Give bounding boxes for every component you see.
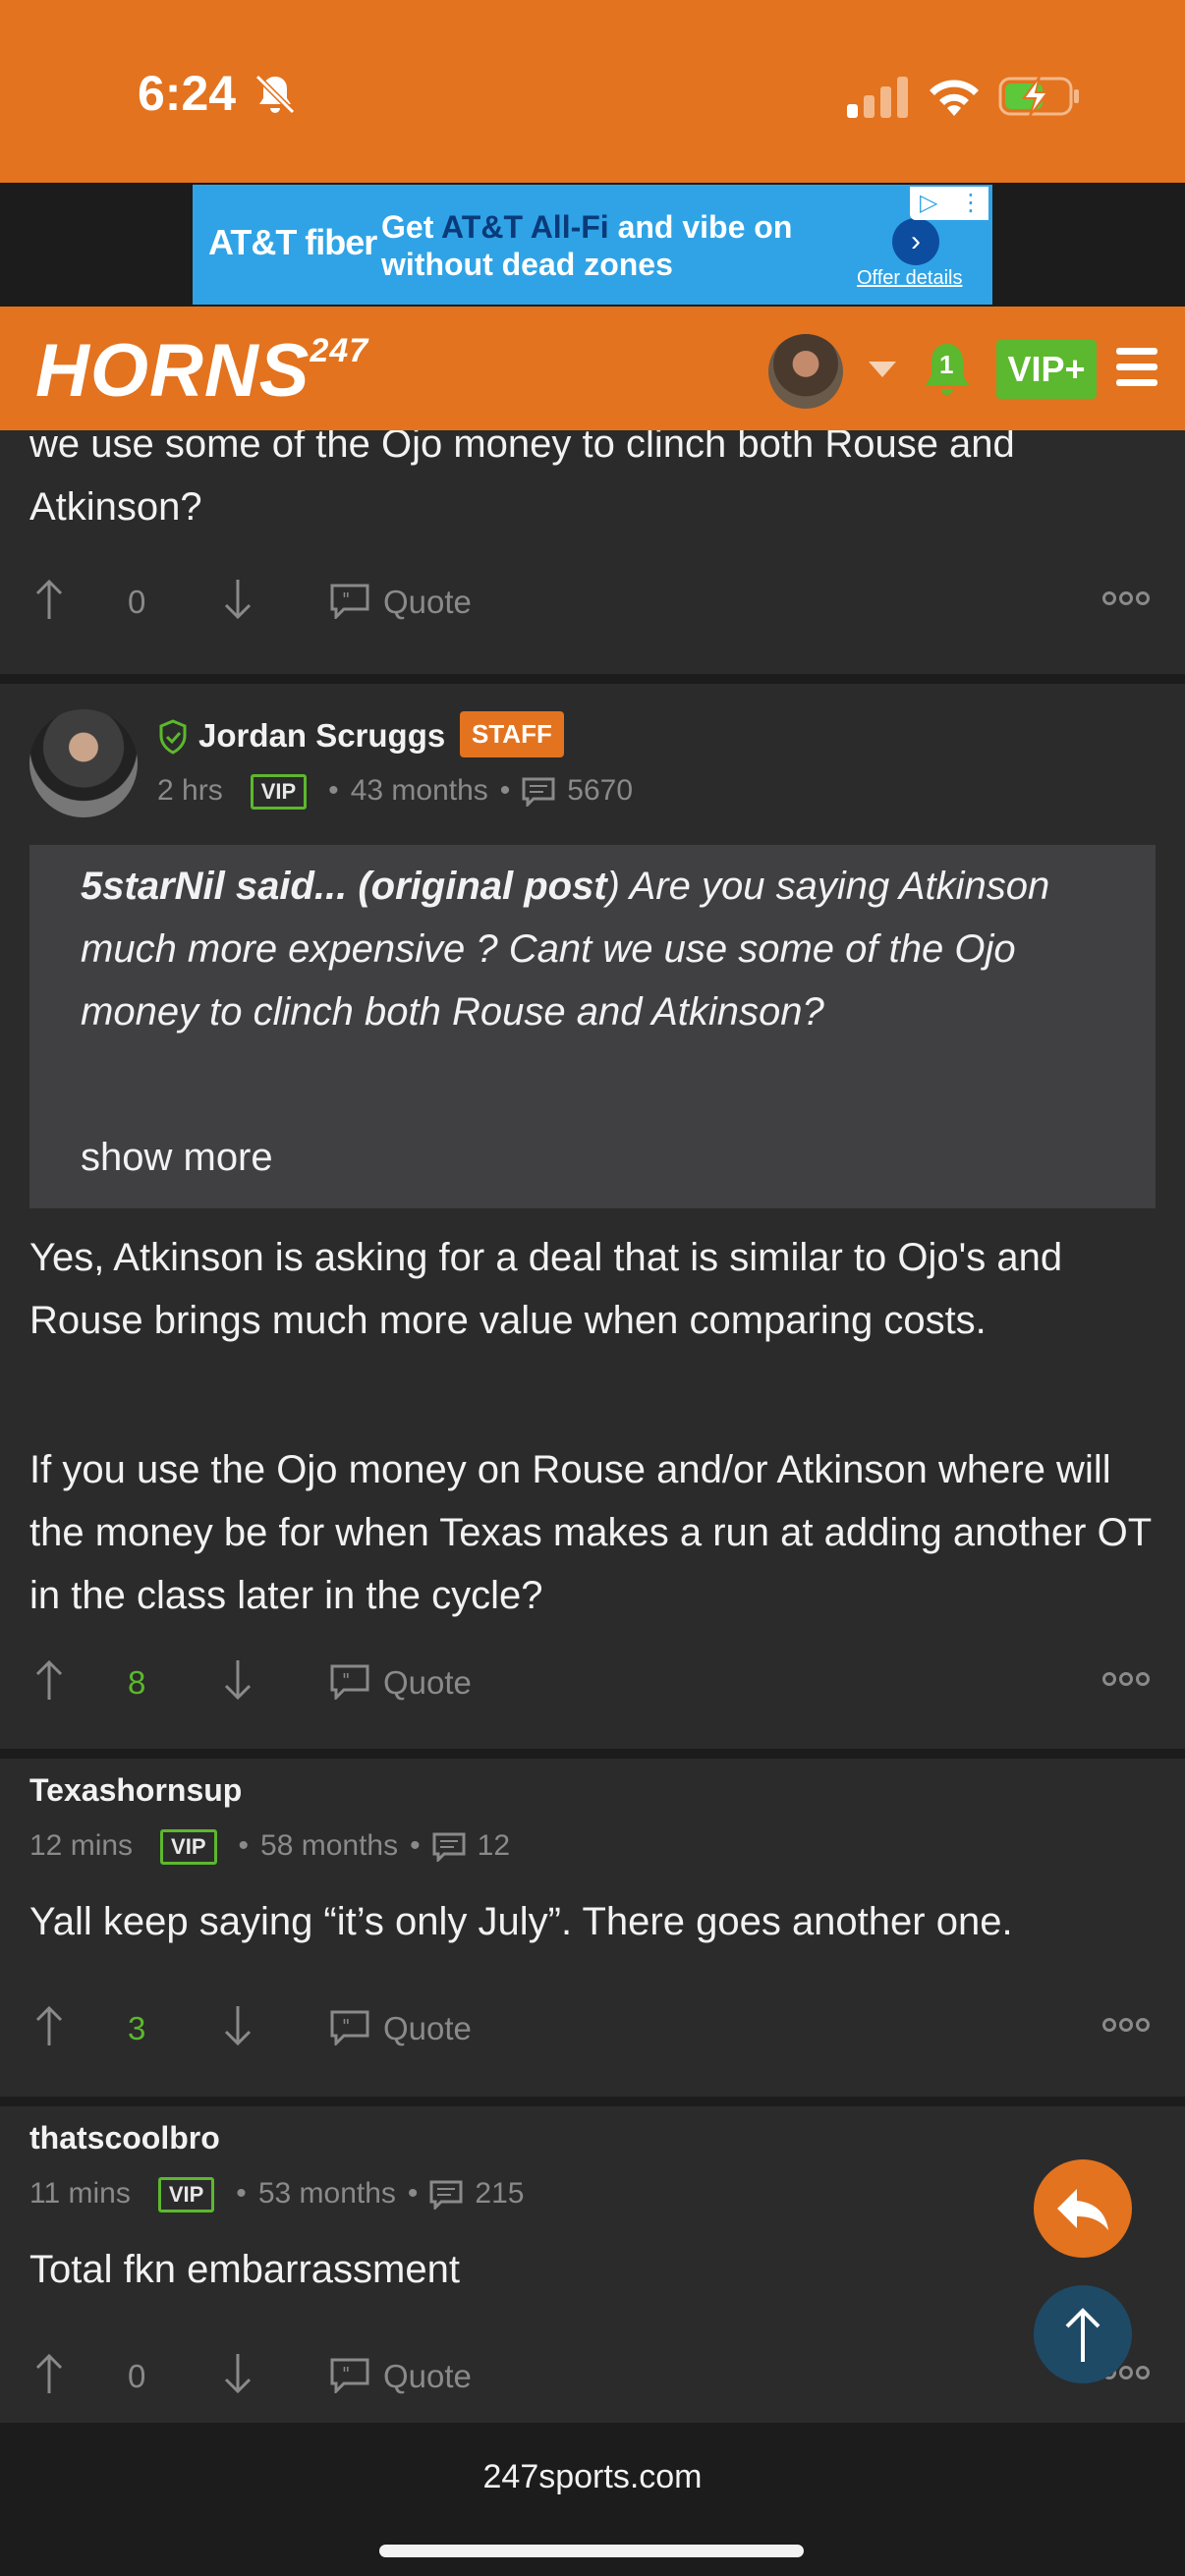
vote-count: 3 <box>128 2010 146 2046</box>
post-time: 2 hrs <box>157 774 223 807</box>
ad-choices-icon[interactable]: ▷ ⋮ <box>910 187 988 220</box>
home-indicator[interactable] <box>379 2545 804 2557</box>
site-header: HORNS247 1 VIP+ <box>0 307 1185 430</box>
reply-icon <box>1057 2189 1108 2230</box>
browser-bottom-bar: 247sports.com <box>0 2423 1185 2576</box>
vip-badge: VIP <box>160 1829 217 1866</box>
post-separator <box>0 1749 1185 1759</box>
quote-button[interactable]: Quote <box>383 584 472 621</box>
comment-icon <box>522 777 555 808</box>
shield-check-icon <box>159 719 187 755</box>
upvote-icon[interactable] <box>31 578 67 621</box>
vip-badge: VIP <box>250 774 308 811</box>
post-meta: 11 mins VIP • 53 months • 215 <box>29 2177 525 2213</box>
member-tenure: 43 months <box>350 774 488 807</box>
post-actions: 0 " Quote <box>0 2352 1185 2411</box>
quote-icon[interactable]: " <box>330 584 369 619</box>
caret-down-icon[interactable] <box>869 362 896 377</box>
post: Texashornsup 12 mins VIP • 58 months • 12 Yal… <box>0 1759 1185 2097</box>
user-avatar[interactable] <box>768 334 843 409</box>
comment-icon <box>432 1832 466 1863</box>
member-tenure: 53 months <box>257 2177 396 2210</box>
downvote-icon[interactable] <box>220 578 255 621</box>
post: Jordan Scruggs STAFF 2 hrs VIP • 43 months •… <box>0 684 1185 1749</box>
upvote-icon[interactable] <box>31 1658 67 1702</box>
thread-content: we use some of the Ojo money to clinch b… <box>0 430 1185 2423</box>
svg-text:": " <box>342 2364 350 2384</box>
downvote-icon[interactable] <box>220 2352 255 2395</box>
svg-text:": " <box>342 589 350 610</box>
downvote-icon[interactable] <box>220 2004 255 2047</box>
post-time: 12 mins <box>29 1829 134 1862</box>
post: thatscoolbro 11 mins VIP • 53 months • 215 To… <box>0 2106 1185 2423</box>
post-separator <box>0 674 1185 684</box>
vote-count: 0 <box>128 584 146 620</box>
hamburger-menu-icon[interactable] <box>1116 348 1157 387</box>
post-separator <box>0 2097 1185 2106</box>
quote-button[interactable]: Quote <box>383 2010 472 2047</box>
post-meta: 2 hrs VIP • 43 months • 5670 <box>157 774 634 811</box>
quote-icon[interactable]: " <box>330 1664 369 1700</box>
post-body: Total fkn embarrassment <box>29 2248 460 2291</box>
site-logo[interactable]: HORNS247 <box>35 328 368 414</box>
bell-muted-icon <box>254 74 296 115</box>
author-name[interactable]: Texashornsup <box>29 1772 242 1809</box>
ad-brand: AT&T fiber <box>208 222 377 262</box>
vote-count: 0 <box>128 2358 146 2394</box>
notification-count: 1 <box>939 350 954 379</box>
url-bar[interactable]: 247sports.com <box>0 2458 1185 2496</box>
quote-icon[interactable]: " <box>330 2010 369 2045</box>
comment-icon <box>429 2180 463 2211</box>
advertisement[interactable]: AT&T fiber Get AT&T All-Fi and vibe on w… <box>193 185 992 305</box>
post-count: 5670 <box>567 774 634 807</box>
svg-text:": " <box>342 1670 350 1691</box>
quote-button[interactable]: Quote <box>383 1664 472 1702</box>
post-count: 12 <box>477 1829 511 1862</box>
quote-icon[interactable]: " <box>330 2358 369 2393</box>
post-actions: 0 " Quote <box>0 578 1185 637</box>
signal-icon <box>847 77 908 118</box>
vip-badge: VIP <box>157 2177 215 2213</box>
quoted-post: 5starNil said... (original post) Are you… <box>29 845 1156 1208</box>
svg-text:": " <box>342 2016 350 2037</box>
post-body: Yall keep saying “it’s only July”. There… <box>29 1900 1013 1943</box>
post-meta: 12 mins VIP • 58 months • 12 <box>29 1829 511 1866</box>
post-time: 11 mins <box>29 2177 131 2210</box>
wifi-icon <box>930 80 979 116</box>
status-bar: 6:24 <box>0 0 1185 183</box>
ad-offer-link[interactable]: Offer details <box>857 267 962 290</box>
quote-author[interactable]: 5starNil said... (original post <box>81 865 607 908</box>
reply-button[interactable] <box>1034 2159 1132 2258</box>
upvote-icon[interactable] <box>31 2352 67 2395</box>
post-body: we use some of the Ojo money to clinch b… <box>29 430 1015 529</box>
vip-plus-button[interactable]: VIP+ <box>996 340 1097 399</box>
arrow-up-icon <box>1065 2308 1100 2362</box>
scroll-to-top-button[interactable] <box>1034 2285 1132 2383</box>
staff-badge: STAFF <box>460 711 564 757</box>
more-options-icon[interactable] <box>1102 1672 1154 1692</box>
status-time: 6:24 <box>138 66 237 121</box>
author-avatar[interactable] <box>29 709 138 817</box>
downvote-icon[interactable] <box>220 1658 255 1702</box>
show-more-link[interactable]: show more <box>81 1136 273 1180</box>
upvote-icon[interactable] <box>31 2004 67 2047</box>
member-tenure: 58 months <box>260 1829 399 1862</box>
post-actions: 3 " Quote <box>0 2004 1185 2063</box>
chevron-right-icon[interactable]: › <box>892 218 939 265</box>
battery-charging-icon <box>998 76 1079 117</box>
post-count: 215 <box>475 2177 525 2210</box>
author-name[interactable]: thatscoolbro <box>29 2120 220 2156</box>
more-options-icon[interactable] <box>1102 2018 1154 2038</box>
author-name[interactable]: Jordan Scruggs <box>198 717 445 755</box>
quoted-text: 5starNil said... (original post) Are you… <box>81 865 1050 1034</box>
ad-headline: Get AT&T All-Fi and vibe on without dead… <box>381 209 793 282</box>
vote-count: 8 <box>128 1664 146 1701</box>
post-partial: we use some of the Ojo money to clinch b… <box>0 430 1185 674</box>
more-options-icon[interactable] <box>1102 591 1154 611</box>
post-actions: 8 " Quote <box>0 1658 1185 1717</box>
post-paragraph: If you use the Ojo money on Rouse and/or… <box>29 1448 1152 1617</box>
post-paragraph: Yes, Atkinson is asking for a deal that … <box>29 1236 1063 1342</box>
quote-button[interactable]: Quote <box>383 2358 472 2395</box>
